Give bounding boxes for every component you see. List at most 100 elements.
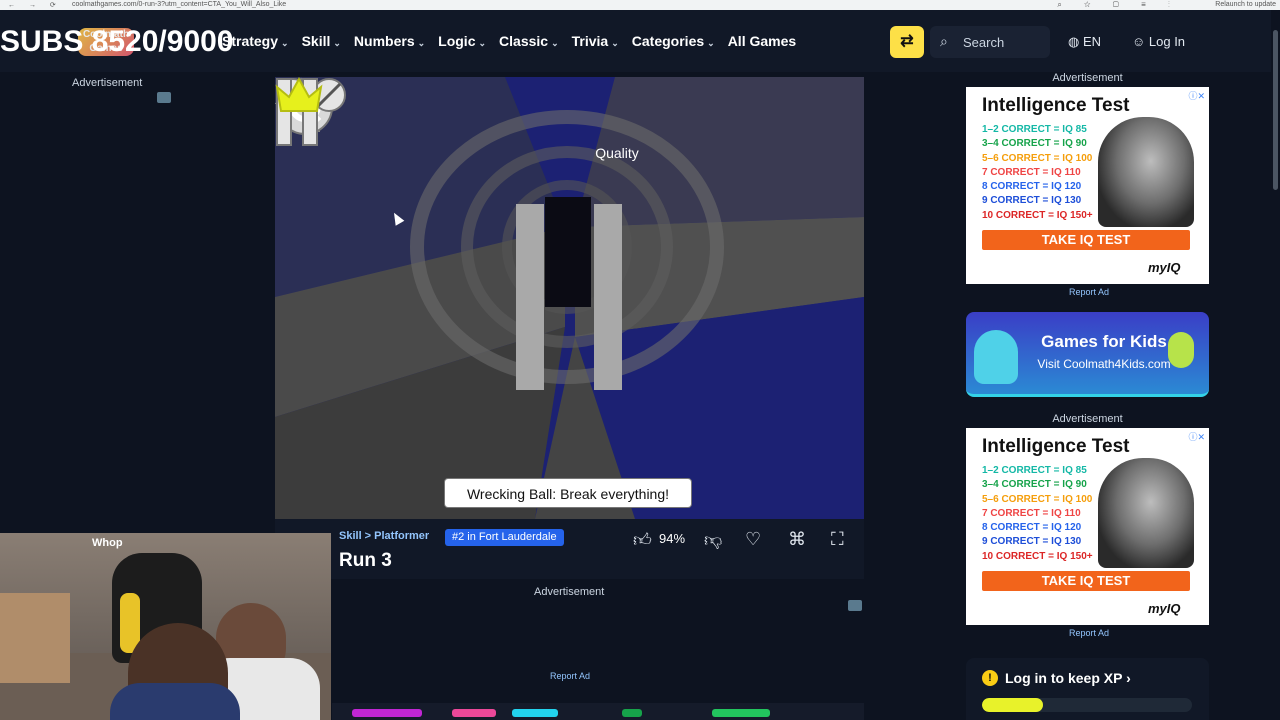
kids-ad-subtitle: Visit Coolmath4Kids.com bbox=[1037, 357, 1171, 371]
browser-toolbar-icons[interactable]: ⌕ ☆ ▢ ≡ ⋮ bbox=[1057, 0, 1180, 10]
right-ad2-label: Advertisement bbox=[1052, 413, 1123, 425]
nav-skill[interactable]: Skill ⌄ bbox=[302, 33, 341, 49]
ad-choices-icon[interactable]: ⓘ✕ bbox=[1188, 89, 1205, 102]
related-game-thumb[interactable] bbox=[712, 709, 770, 717]
search-icon: ⌕ bbox=[940, 33, 948, 49]
games-for-kids-ad[interactable]: Games for Kids Visit Coolmath4Kids.com bbox=[966, 312, 1209, 397]
mid-ad-label: Advertisement bbox=[534, 586, 605, 598]
breadcrumb[interactable]: Skill > Platformer bbox=[339, 530, 429, 542]
mid-report-ad-link[interactable]: Report Ad bbox=[550, 671, 590, 681]
favorite-icon[interactable]: ♡ bbox=[745, 529, 761, 550]
iq-row: 10 CORRECT = IQ 150+ bbox=[982, 209, 1093, 221]
nav-numbers[interactable]: Numbers ⌄ bbox=[354, 33, 425, 49]
chevron-down-icon: ⌄ bbox=[417, 38, 426, 48]
iq-row: 5–6 CORRECT = IQ 100 bbox=[982, 152, 1093, 164]
xp-login-label: Log in to keep XP bbox=[1005, 670, 1123, 686]
ad-placeholder-icon bbox=[848, 600, 862, 611]
iq-score-rows: 1–2 CORRECT = IQ 85 3–4 CORRECT = IQ 90 … bbox=[982, 123, 1093, 223]
iq-ad-title: Intelligence Test bbox=[982, 436, 1130, 457]
globe-icon: ◍ bbox=[1068, 34, 1083, 49]
main-nav: Strategy ⌄ Skill ⌄ Numbers ⌄ Logic ⌄ Classic… bbox=[222, 33, 796, 49]
iq-score-rows: 1–2 CORRECT = IQ 85 3–4 CORRECT = IQ 90 … bbox=[982, 464, 1093, 564]
take-iq-test-button[interactable]: TAKE IQ TEST bbox=[982, 230, 1190, 250]
crown-icon[interactable] bbox=[275, 77, 323, 115]
thumbs-down-icon[interactable]: 👎︎ bbox=[704, 529, 722, 551]
iq-row: 3–4 CORRECT = IQ 90 bbox=[982, 138, 1087, 150]
site-header: Coolmath Games SUBS 8520/9000 Strategy ⌄ … bbox=[0, 10, 1280, 72]
nav-trivia[interactable]: Trivia ⌄ bbox=[572, 33, 619, 49]
search-label: Search bbox=[963, 35, 1005, 50]
left-ad-label: Advertisement bbox=[72, 77, 143, 89]
ad-portrait-image bbox=[1098, 117, 1194, 227]
address-bar[interactable]: coolmathgames.com/0-run-3?utm_content=CT… bbox=[72, 1, 286, 8]
browser-nav-icons[interactable]: ← → ⟳ bbox=[8, 1, 62, 9]
nav-label: Classic bbox=[499, 33, 549, 49]
shuffle-button[interactable]: ⇄ bbox=[890, 26, 924, 58]
nav-classic[interactable]: Classic ⌄ bbox=[499, 33, 559, 49]
report-ad-link[interactable]: Report Ad bbox=[1069, 628, 1109, 638]
iq-row: 1–2 CORRECT = IQ 85 bbox=[982, 124, 1087, 135]
ad-placeholder-icon bbox=[157, 92, 171, 103]
game-hint-banner: Wrecking Ball: Break everything! bbox=[444, 478, 692, 508]
report-ad-link[interactable]: Report Ad bbox=[1069, 287, 1109, 297]
subs-counter-overlay: SUBS 8520/9000 bbox=[0, 25, 234, 58]
webcam-brand-logo: Whop bbox=[92, 537, 123, 549]
streamer-shirt bbox=[110, 683, 240, 720]
iq-test-ad[interactable]: ⓘ✕ Intelligence Test 1–2 CORRECT = IQ 85… bbox=[966, 428, 1209, 625]
like-percent: 94% bbox=[659, 531, 686, 546]
take-iq-test-button[interactable]: TAKE IQ TEST bbox=[982, 571, 1190, 591]
nav-label: Trivia bbox=[571, 33, 609, 49]
related-game-thumb[interactable] bbox=[352, 709, 422, 717]
quality-label: Quality bbox=[595, 145, 639, 161]
scrollbar-thumb[interactable] bbox=[1273, 30, 1278, 190]
ad-portrait-image bbox=[1098, 458, 1194, 568]
myiq-logo: myIQ bbox=[1148, 260, 1181, 275]
language-selector[interactable]: ◍ EN bbox=[1068, 34, 1101, 50]
chevron-down-icon: ⌄ bbox=[478, 38, 487, 48]
related-game-thumb[interactable] bbox=[512, 709, 558, 717]
nav-categories[interactable]: Categories ⌄ bbox=[632, 33, 715, 49]
relaunch-button[interactable]: Relaunch to update bbox=[1215, 1, 1276, 8]
login-label: Log In bbox=[1148, 34, 1186, 49]
chevron-down-icon: ⌄ bbox=[281, 38, 289, 48]
nav-label: Logic bbox=[438, 33, 476, 49]
related-games-strip bbox=[332, 703, 864, 720]
iq-row: 1–2 CORRECT = IQ 85 bbox=[982, 465, 1087, 476]
nav-all-games[interactable]: All Games bbox=[728, 33, 796, 49]
xp-login-panel[interactable]: ! Log in to keep XP › bbox=[966, 658, 1209, 720]
xp-progress-bar bbox=[982, 698, 1192, 712]
ad-choices-icon[interactable]: ⓘ✕ bbox=[1188, 430, 1205, 443]
thumbs-up-icon[interactable]: 👍︎ bbox=[633, 529, 652, 551]
iq-row: 8 CORRECT = IQ 120 bbox=[982, 522, 1082, 534]
fullscreen-icon[interactable]: ⛶ bbox=[831, 529, 844, 550]
iq-row: 3–4 CORRECT = IQ 90 bbox=[982, 479, 1087, 491]
iq-row: 7 CORRECT = IQ 110 bbox=[982, 166, 1081, 178]
nav-label: Categories bbox=[631, 33, 705, 49]
iq-test-ad[interactable]: ⓘ✕ Intelligence Test 1–2 CORRECT = IQ 85… bbox=[966, 87, 1209, 284]
myiq-logo: myIQ bbox=[1148, 601, 1181, 616]
chevron-right-icon: › bbox=[1126, 670, 1131, 686]
right-ad1-label: Advertisement bbox=[1052, 72, 1123, 84]
chevron-down-icon: ⌄ bbox=[333, 38, 341, 48]
related-game-thumb[interactable] bbox=[622, 709, 642, 717]
game-canvas[interactable]: Quality Wrecking Ball: Break everything! bbox=[275, 77, 864, 519]
search-button[interactable]: ⌕ Search bbox=[930, 26, 1050, 58]
chevron-down-icon: ⌄ bbox=[707, 38, 715, 48]
login-button[interactable]: ☺ Log In bbox=[1132, 34, 1185, 49]
iq-ad-title: Intelligence Test bbox=[982, 95, 1130, 116]
related-game-thumb[interactable] bbox=[452, 709, 496, 717]
controls-icon[interactable]: ⌘ bbox=[788, 529, 806, 550]
rank-badge: #2 in Fort Lauderdale bbox=[445, 529, 564, 546]
iq-row: 9 CORRECT = IQ 130 bbox=[982, 536, 1082, 548]
xp-progress-fill bbox=[982, 698, 1043, 712]
nav-label: Skill bbox=[301, 33, 331, 49]
nav-logic[interactable]: Logic ⌄ bbox=[438, 33, 486, 49]
iq-row: 7 CORRECT = IQ 110 bbox=[982, 507, 1081, 519]
game-info-bar: Skill > Platformer #2 in Fort Lauderdale… bbox=[275, 519, 864, 579]
tunnel-scene bbox=[275, 77, 864, 519]
iq-row: 8 CORRECT = IQ 120 bbox=[982, 181, 1082, 193]
page-scrollbar[interactable] bbox=[1271, 10, 1280, 720]
chevron-down-icon: ⌄ bbox=[611, 38, 619, 48]
xp-login-text[interactable]: Log in to keep XP › bbox=[1005, 670, 1131, 686]
webcam-overlay: Whop bbox=[0, 533, 331, 720]
